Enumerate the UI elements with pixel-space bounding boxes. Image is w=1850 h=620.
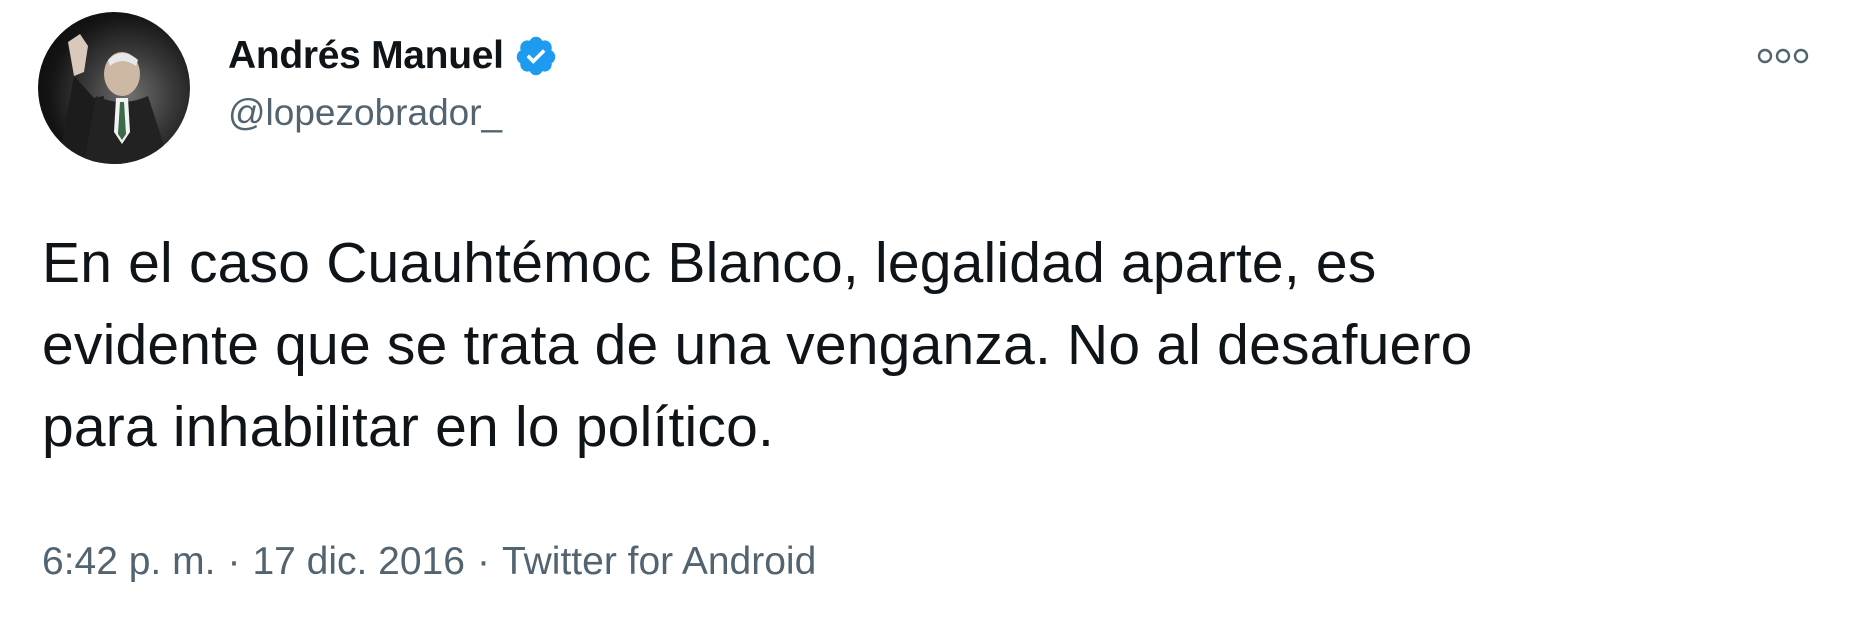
tweet-text-line: En el caso Cuauhtémoc Blanco, legalidad …	[42, 231, 1377, 295]
tweet-text: En el caso Cuauhtémoc Blanco, legalidad …	[42, 222, 1822, 468]
more-options-icon	[1757, 48, 1809, 64]
author-block: Andrés Manuel @lopezobrador_	[228, 28, 558, 134]
tweet-date[interactable]: 17 dic. 2016	[252, 540, 465, 583]
meta-separator: ·	[476, 540, 490, 583]
name-row: Andrés Manuel	[228, 28, 558, 84]
tweet-time[interactable]: 6:42 p. m.	[42, 540, 215, 583]
more-options-button[interactable]	[1754, 36, 1812, 76]
verified-badge-icon	[514, 34, 558, 78]
meta-separator: ·	[227, 540, 241, 583]
tweet-text-line: para inhabilitar en lo político.	[42, 395, 775, 459]
avatar[interactable]	[38, 12, 190, 164]
tweet-card: Andrés Manuel @lopezobrador_ En el caso …	[0, 0, 1850, 620]
author-display-name[interactable]: Andrés Manuel	[228, 34, 504, 78]
author-handle[interactable]: @lopezobrador_	[228, 92, 558, 134]
tweet-metadata: 6:42 p. m. · 17 dic. 2016 · Twitter for Andr…	[42, 540, 816, 584]
avatar-photo	[58, 34, 170, 164]
tweet-source[interactable]: Twitter for Android	[502, 540, 816, 583]
tweet-text-line: evidente que se trata de una venganza. N…	[42, 313, 1473, 377]
